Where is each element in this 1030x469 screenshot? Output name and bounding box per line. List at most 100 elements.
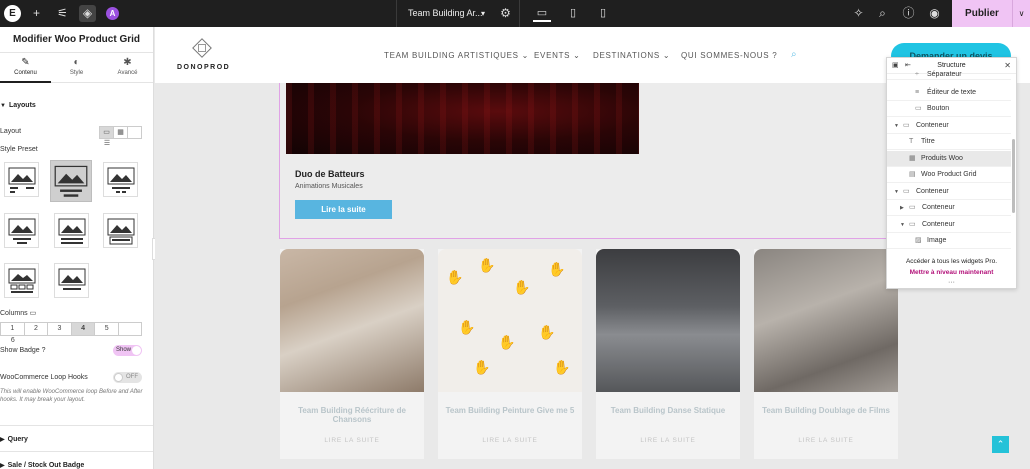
columns-label: Columns ▭ bbox=[0, 309, 36, 317]
style-preset-4[interactable] bbox=[4, 213, 39, 248]
featured-title: Duo de Batteurs bbox=[295, 169, 365, 179]
brand-name[interactable]: DONOPROD bbox=[177, 64, 230, 71]
columns-option-6[interactable]: 6 bbox=[1, 335, 25, 347]
tab-content[interactable]: ✎ Contenu bbox=[0, 53, 51, 83]
layout-list-option[interactable]: ☰ bbox=[100, 138, 114, 149]
product-card[interactable]: Team Building Réécriture de Chansons LIR… bbox=[280, 249, 424, 459]
structure-item-separator[interactable]: ÷ Séparateur bbox=[887, 70, 1011, 80]
style-preset-3[interactable] bbox=[103, 162, 138, 197]
columns-option-3[interactable]: 3 bbox=[48, 323, 72, 335]
product-title[interactable]: Team Building Danse Statique bbox=[600, 406, 736, 415]
structure-item-label: Conteneur bbox=[922, 204, 955, 211]
structure-item-container[interactable]: ▶ ▭ Conteneur bbox=[887, 200, 1011, 216]
layout-choice: ▭ ▦ ☰ bbox=[99, 126, 142, 147]
section-divider bbox=[0, 451, 153, 452]
layout-masonry-option[interactable]: ▦ bbox=[114, 127, 128, 138]
columns-option-4[interactable]: 4 bbox=[71, 323, 96, 335]
upgrade-link[interactable]: Mettre à niveau maintenant bbox=[887, 269, 1016, 276]
columns-label-text: Columns bbox=[0, 310, 28, 317]
nav-item-team-building[interactable]: TEAM BUILDING ARTISTIQUES ⌄ bbox=[384, 51, 529, 60]
sliders-icon[interactable]: ⚟ bbox=[54, 5, 71, 22]
product-read-more-link[interactable]: LIRE LA SUITE bbox=[596, 437, 740, 444]
style-preset-6[interactable] bbox=[103, 213, 138, 248]
nav-item-about[interactable]: QUI SOMMES-NOUS ? bbox=[681, 51, 777, 60]
caret-down-icon[interactable]: ▼ bbox=[894, 118, 899, 134]
caret-down-icon[interactable]: ▼ bbox=[894, 184, 899, 200]
chevron-down-icon: ▾ bbox=[481, 9, 486, 18]
desktop-icon[interactable]: ▭ bbox=[533, 5, 551, 22]
structure-item-label: Bouton bbox=[927, 105, 950, 112]
search-icon[interactable]: ⌕ bbox=[791, 49, 797, 60]
container-icon: ▭ bbox=[903, 188, 910, 195]
structure-item-image[interactable]: ▨ Image bbox=[887, 233, 1011, 249]
scroll-to-top-icon[interactable]: ⌃ bbox=[992, 436, 1009, 453]
section-badge-header[interactable]: ▶ Sale / Stock Out Badge bbox=[0, 462, 84, 469]
structure-item-label: Conteneur bbox=[916, 122, 949, 129]
columns-option-5[interactable]: 5 bbox=[95, 323, 119, 335]
style-preset-7[interactable] bbox=[4, 263, 39, 298]
tab-content-label: Contenu bbox=[14, 70, 37, 76]
columns-option-2[interactable]: 2 bbox=[25, 323, 49, 335]
publish-options-chevron-icon[interactable]: ∨ bbox=[1012, 0, 1030, 27]
brand-logo-inner bbox=[198, 44, 206, 52]
structure-item-title[interactable]: T Titre bbox=[887, 134, 1011, 150]
gear-icon[interactable]: ⚙ bbox=[497, 5, 514, 22]
plus-icon[interactable]: + bbox=[28, 5, 45, 22]
structure-item-text-editor[interactable]: ≡ Éditeur de texte bbox=[887, 85, 1011, 101]
layers-icon[interactable]: ◈ bbox=[79, 5, 96, 22]
structure-item-container[interactable]: ▼ ▭ Conteneur bbox=[887, 118, 1011, 134]
structure-item-woo-products[interactable]: ▦ Produits Woo bbox=[887, 151, 1011, 167]
handprint-icon: ✋ bbox=[498, 334, 516, 350]
tab-style[interactable]: ◐ Style bbox=[51, 53, 102, 83]
tablet-icon[interactable]: ▯ bbox=[564, 5, 582, 22]
product-card[interactable]: Team Building Doublage de Films LIRE LA … bbox=[754, 249, 898, 459]
product-read-more-link[interactable]: LIRE LA SUITE bbox=[280, 437, 424, 444]
style-preset-label: Style Preset bbox=[0, 146, 38, 153]
structure-item-label: Titre bbox=[921, 138, 935, 145]
nav-label: EVENTS bbox=[534, 51, 571, 60]
search-icon[interactable]: ⌕ bbox=[874, 5, 891, 22]
structure-item-container[interactable]: ▼ ▭ Conteneur bbox=[887, 184, 1011, 200]
product-read-more-link[interactable]: LIRE LA SUITE bbox=[754, 437, 898, 444]
handprint-icon: ✋ bbox=[513, 279, 531, 295]
structure-item-button[interactable]: ▭ Bouton bbox=[887, 101, 1011, 117]
loop-hooks-toggle[interactable]: OFF bbox=[113, 372, 142, 383]
help-icon[interactable]: ⓘ bbox=[900, 5, 917, 22]
elementor-logo[interactable]: E bbox=[4, 5, 21, 22]
style-preset-1[interactable] bbox=[4, 162, 39, 197]
section-badge-title: Sale / Stock Out Badge bbox=[7, 462, 85, 469]
structure-scrollbar[interactable] bbox=[1012, 139, 1015, 213]
layout-grid-option[interactable]: ▭ bbox=[100, 127, 114, 138]
handprint-icon: ✋ bbox=[553, 359, 571, 375]
tab-advanced[interactable]: ✱ Avancé bbox=[102, 53, 153, 83]
more-icon[interactable]: ··· bbox=[887, 279, 1016, 286]
show-badge-toggle[interactable]: Show bbox=[113, 345, 142, 356]
columns-option-1[interactable]: 1 bbox=[1, 323, 25, 335]
nav-item-events[interactable]: EVENTS ⌄ bbox=[534, 51, 581, 60]
section-layouts-header[interactable]: ▼ Layouts bbox=[0, 102, 36, 109]
product-title[interactable]: Team Building Doublage de Films bbox=[758, 406, 894, 415]
product-card[interactable]: ✋ ✋ ✋ ✋ ✋ ✋ ✋ ✋ ✋ Team Building Peinture… bbox=[438, 249, 582, 459]
ai-assistant-icon[interactable]: A bbox=[106, 7, 119, 20]
caret-down-icon[interactable]: ▼ bbox=[900, 217, 905, 233]
selected-container[interactable]: Duo de Batteurs Animations Musicales Lir… bbox=[279, 83, 891, 239]
publish-button[interactable]: Publier bbox=[952, 0, 1012, 27]
read-more-button[interactable]: Lire la suite bbox=[295, 200, 392, 219]
structure-item-container[interactable]: ▼ ▭ Conteneur bbox=[887, 217, 1011, 233]
product-card[interactable]: Team Building Danse Statique LIRE LA SUI… bbox=[596, 249, 740, 459]
structure-item-woo-product-grid[interactable]: ▤ Woo Product Grid bbox=[887, 167, 1011, 183]
preview-eye-icon[interactable]: ◉ bbox=[926, 5, 943, 22]
style-preset-2[interactable] bbox=[50, 160, 92, 202]
nav-item-destinations[interactable]: DESTINATIONS ⌄ bbox=[593, 51, 670, 60]
mobile-icon[interactable]: ▯ bbox=[594, 5, 612, 22]
handprint-icon: ✋ bbox=[473, 359, 491, 375]
style-preset-5[interactable] bbox=[54, 213, 89, 248]
notifications-icon[interactable]: ✧ bbox=[850, 5, 867, 22]
image-icon: ▨ bbox=[915, 237, 922, 244]
product-title[interactable]: Team Building Peinture Give me 5 bbox=[442, 406, 578, 415]
product-read-more-link[interactable]: LIRE LA SUITE bbox=[438, 437, 582, 444]
style-preset-8[interactable] bbox=[54, 263, 89, 298]
product-title[interactable]: Team Building Réécriture de Chansons bbox=[284, 406, 420, 424]
section-query-header[interactable]: ▶ Query bbox=[0, 436, 28, 443]
caret-right-icon[interactable]: ▶ bbox=[900, 200, 904, 216]
